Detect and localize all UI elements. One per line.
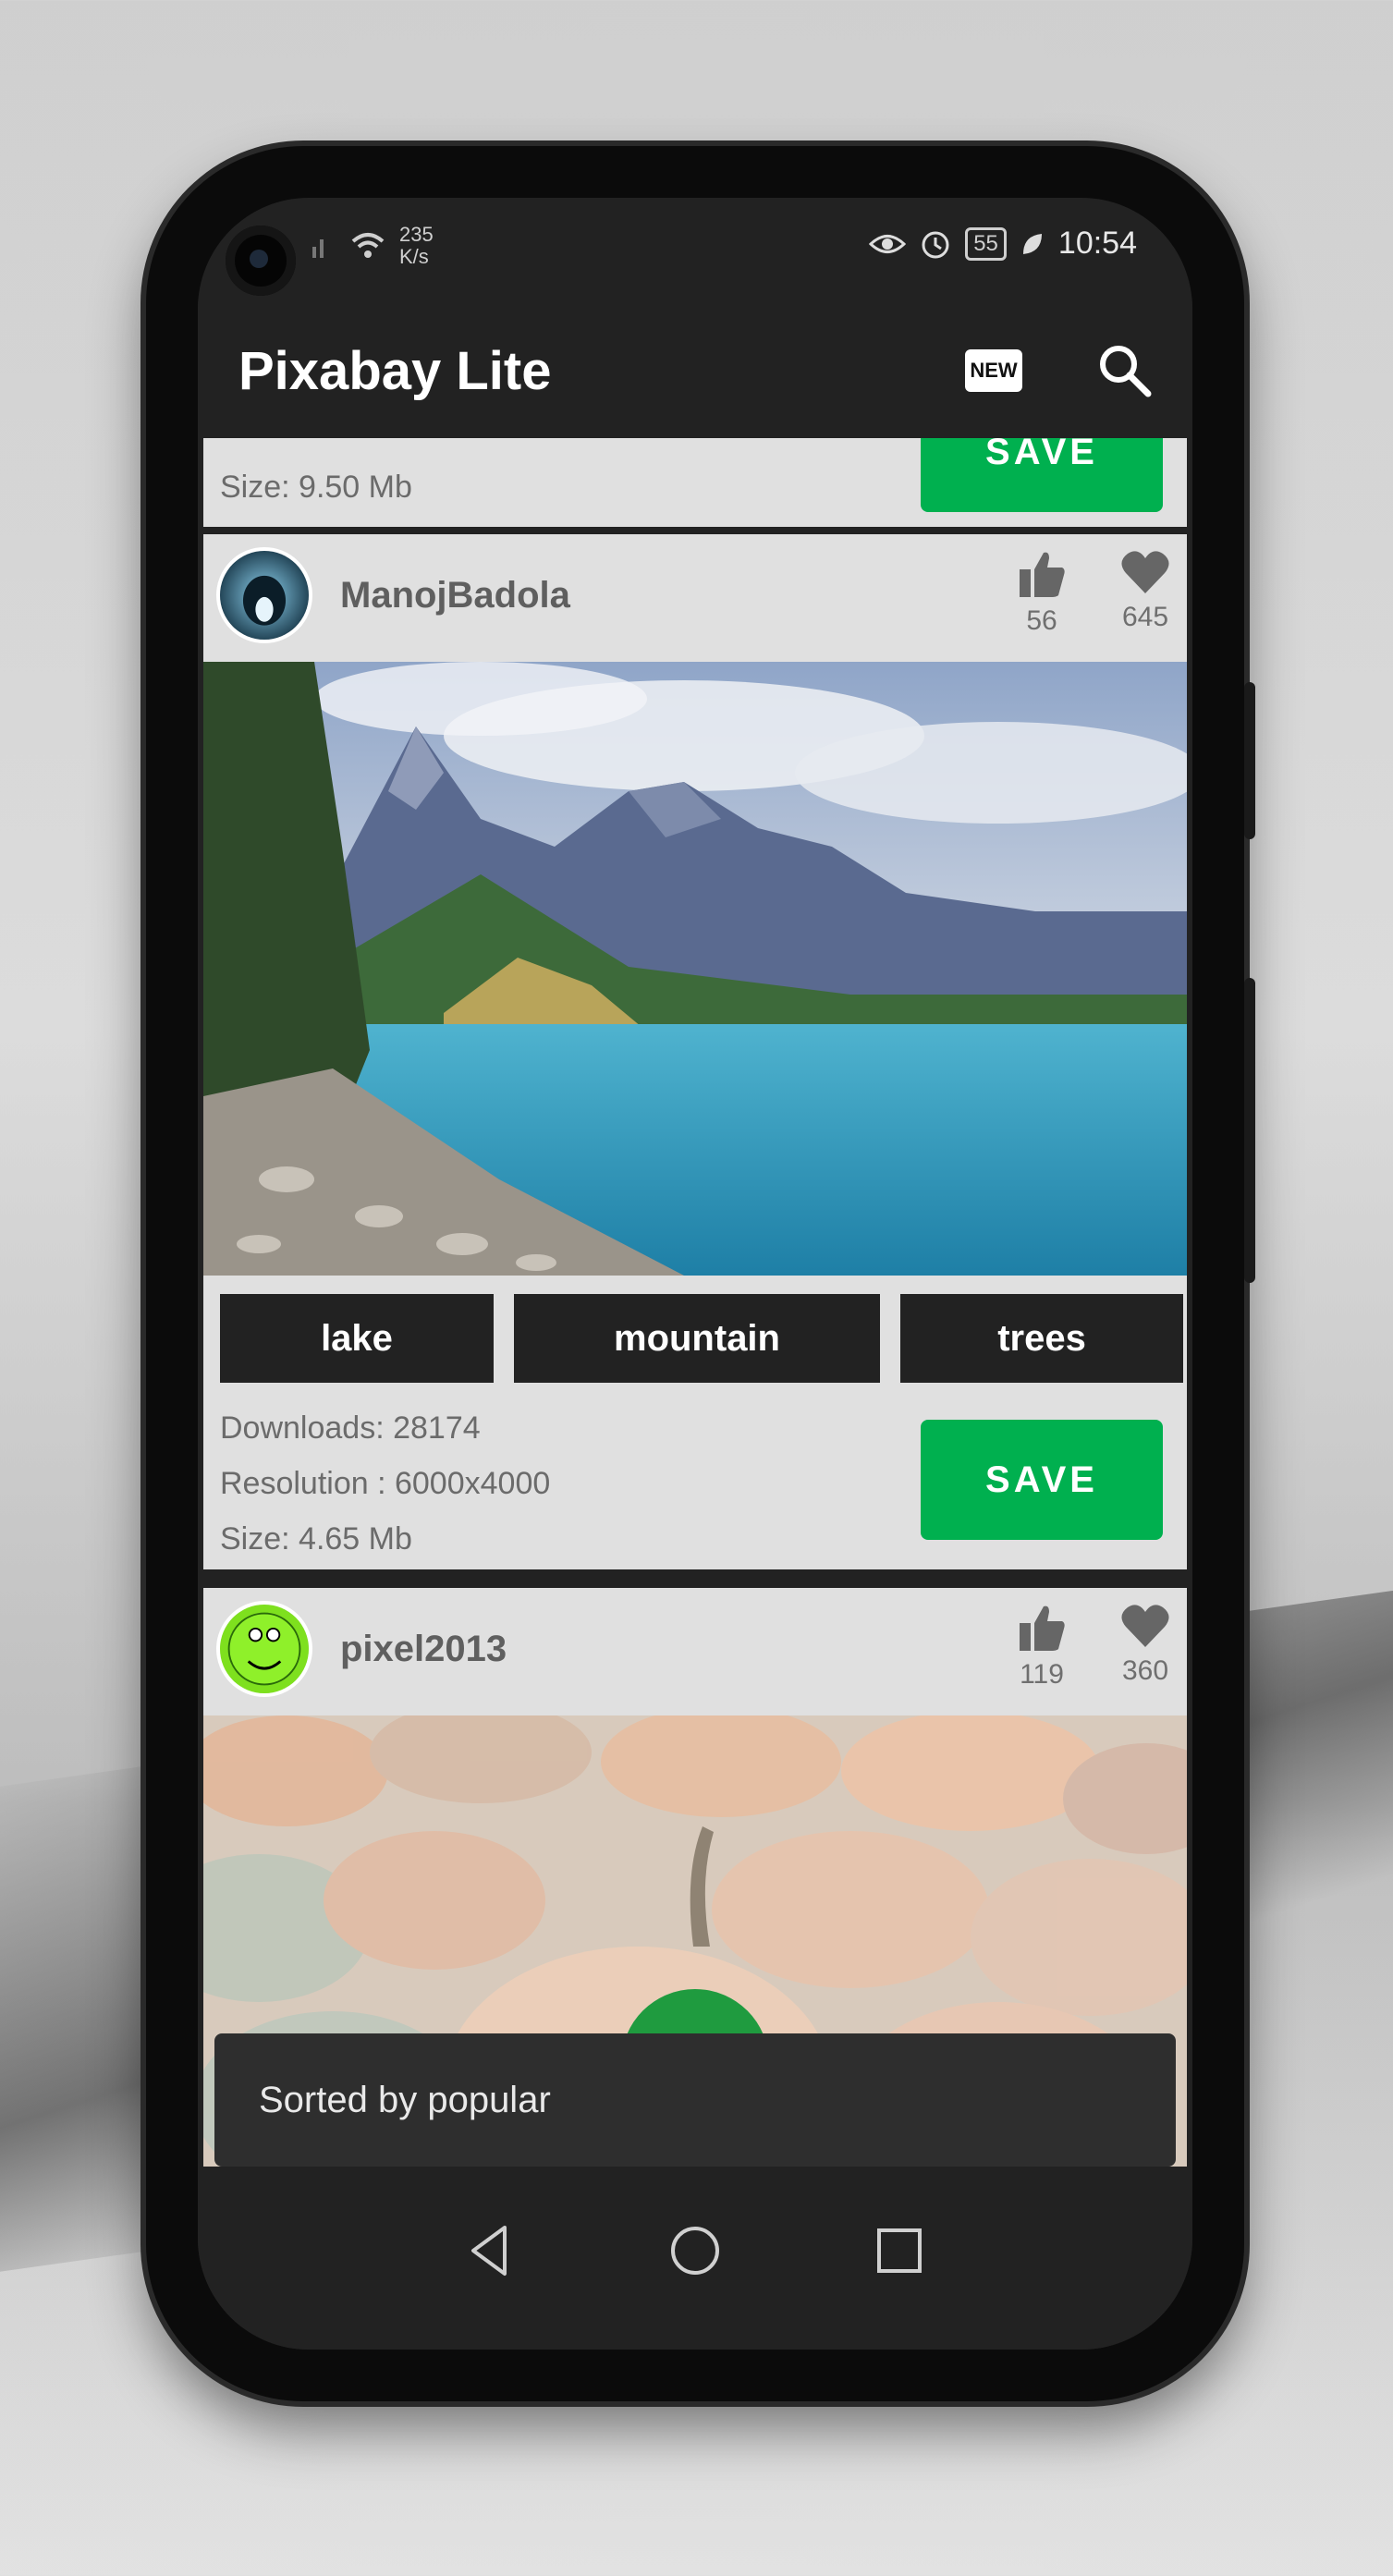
likes-count: 56 <box>1026 605 1057 636</box>
avatar[interactable] <box>216 1601 312 1697</box>
power-button <box>1244 978 1255 1283</box>
snackbar-message: Sorted by popular <box>259 2079 551 2120</box>
avatar[interactable] <box>216 547 312 643</box>
alarm-icon <box>922 231 949 258</box>
favorites-stat[interactable]: 645 <box>1104 549 1187 633</box>
likes-stat[interactable]: 119 <box>1000 1603 1083 1691</box>
likes-count: 119 <box>1020 1659 1064 1690</box>
smiley-avatar-image <box>220 1605 309 1693</box>
home-icon[interactable] <box>663 2218 727 2283</box>
save-button[interactable]: SAVE <box>921 438 1163 512</box>
image-feed[interactable]: Size: 9.50 Mb SAVE ManojBadola 56 645 la… <box>198 438 1192 2239</box>
recents-icon[interactable] <box>867 2218 932 2283</box>
snackbar: Sorted by popular <box>214 2033 1176 2167</box>
card-header: ManojBadola 56 645 <box>203 534 1187 662</box>
image-size: Size: 9.50 Mb <box>220 470 412 505</box>
thumbs-up-icon <box>1020 1605 1065 1651</box>
image-card: Size: 9.50 Mb SAVE <box>203 438 1187 527</box>
bear-avatar-image <box>220 551 309 640</box>
wifi-icon <box>351 233 385 258</box>
image-card: ManojBadola 56 645 lake mountain trees D… <box>203 534 1187 1569</box>
favorites-count: 645 <box>1121 602 1169 632</box>
tag-trees[interactable]: trees <box>900 1294 1183 1383</box>
username[interactable]: ManojBadola <box>340 575 570 617</box>
app-title: Pixabay Lite <box>238 341 552 401</box>
thumbs-up-icon <box>1020 552 1065 597</box>
image-resolution: Resolution : 6000x4000 <box>220 1466 551 1501</box>
tag-mountain[interactable]: mountain <box>514 1294 880 1383</box>
photo-image <box>203 662 1187 1276</box>
phone-frame: 235 K/s 55 10:54 Pixabay Lite NEW Size: … <box>146 146 1255 2401</box>
tag-lake[interactable]: lake <box>220 1294 494 1383</box>
heart-icon <box>1121 1605 1169 1647</box>
status-bar: 235 K/s 55 10:54 <box>198 198 1192 299</box>
back-icon[interactable] <box>458 2218 523 2283</box>
signal-icon <box>312 239 324 258</box>
navigation-bar <box>198 2167 1192 2350</box>
favorites-count: 360 <box>1121 1655 1169 1686</box>
app-bar: Pixabay Lite NEW <box>198 299 1192 438</box>
card-header: pixel2013 119 360 <box>203 1588 1187 1715</box>
volume-button <box>1244 682 1255 839</box>
favorites-stat[interactable]: 360 <box>1104 1603 1187 1687</box>
phone-screen: 235 K/s 55 10:54 Pixabay Lite NEW Size: … <box>198 198 1192 2350</box>
heart-icon <box>1121 551 1169 593</box>
clock: 10:54 <box>1057 226 1137 261</box>
downloads-count: Downloads: 28174 <box>220 1410 481 1446</box>
image-size: Size: 4.65 Mb <box>220 1521 412 1557</box>
net-speed-unit: K/s <box>399 245 429 268</box>
net-speed: 235 <box>399 223 434 246</box>
eye-icon <box>869 234 907 253</box>
new-icon[interactable]: NEW <box>965 349 1022 392</box>
leaf-icon <box>1022 233 1042 254</box>
search-icon[interactable] <box>1094 340 1154 399</box>
front-camera <box>226 226 296 296</box>
save-button[interactable]: SAVE <box>921 1420 1163 1540</box>
username[interactable]: pixel2013 <box>340 1629 507 1670</box>
lake-mountain-photo[interactable] <box>203 662 1187 1276</box>
likes-stat[interactable]: 56 <box>1000 549 1083 637</box>
battery-level: 55 <box>965 226 1007 261</box>
